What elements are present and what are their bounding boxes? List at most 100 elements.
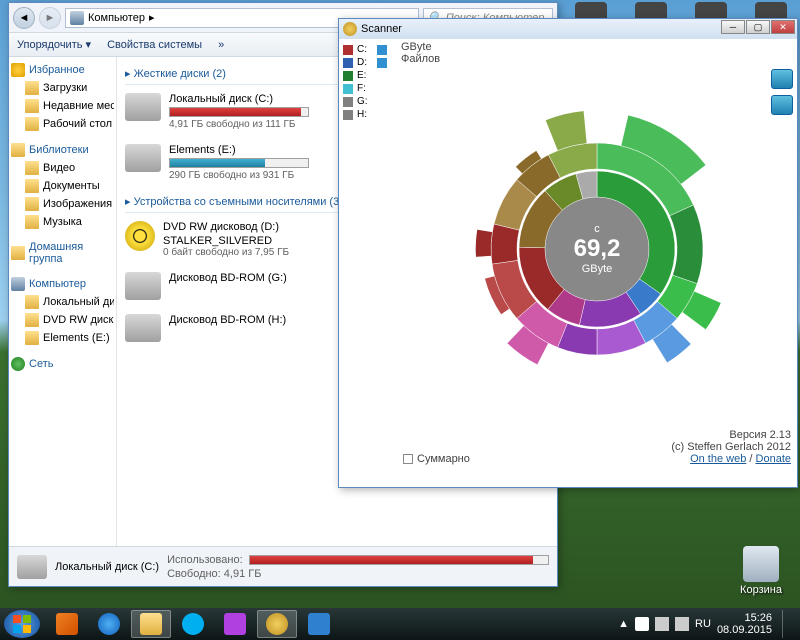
drive-color-icon [343, 45, 353, 55]
address-text: Компьютер [88, 12, 145, 24]
taskbar-explorer[interactable] [131, 610, 171, 638]
toolbar-more[interactable]: » [218, 39, 224, 51]
summary-checkbox[interactable] [403, 454, 413, 464]
sidebar-item[interactable]: Загрузки [11, 79, 114, 97]
sidebar-item[interactable]: Недавние места [11, 97, 114, 115]
scanner-title: Scanner [361, 23, 402, 35]
address-arrow: ▸ [149, 11, 155, 24]
drive-usage-bar [169, 158, 309, 168]
status-free-value: 4,91 ГБ [224, 568, 262, 580]
scanner-app-icon [343, 22, 357, 36]
folder-icon [25, 215, 39, 229]
scanner-drive-item[interactable]: H: [343, 108, 393, 121]
scanner-close-button[interactable]: ✕ [771, 20, 795, 34]
status-usage-bar [249, 555, 549, 565]
explorer-statusbar: Локальный диск (C:) Использовано: Свобод… [9, 546, 557, 586]
taskbar-scanner[interactable] [257, 610, 297, 638]
folder-icon [25, 197, 39, 211]
sidebar-item[interactable]: Музыка [11, 213, 114, 231]
status-used-label: Использовано: [167, 554, 243, 566]
sidebar-item[interactable]: Изображения [11, 195, 114, 213]
folder-icon [25, 81, 39, 95]
recycle-bin-icon [743, 546, 779, 582]
scanner-minimize-button[interactable]: ─ [721, 20, 745, 34]
drive-icon [125, 144, 161, 172]
folder-icon [25, 179, 39, 193]
start-button[interactable] [4, 610, 40, 638]
summary-label: Суммарно [417, 453, 470, 465]
explorer-sidebar: ИзбранноеЗагрузкиНедавние местаРабочий с… [9, 57, 117, 547]
folder-icon [25, 331, 39, 345]
status-free-label: Свободно: [167, 568, 221, 580]
sidebar-section-header[interactable]: Библиотеки [11, 141, 114, 159]
taskbar: ▲ RU 15:26 08.09.2015 [0, 608, 800, 640]
sidebar-item[interactable]: Рабочий стол [11, 115, 114, 133]
scanner-info: GByte Файлов [401, 41, 440, 65]
drive-color-icon [343, 71, 353, 81]
drive-color-icon [343, 58, 353, 68]
tray-volume-icon[interactable] [675, 617, 689, 631]
scanner-copyright: (c) Steffen Gerlach 2012 [671, 441, 791, 453]
scanner-chart-area: GByte Файлов c 69,2 GByte Суммарно Верси… [397, 39, 797, 469]
drive-color-icon [343, 97, 353, 107]
tray-language[interactable]: RU [695, 618, 711, 630]
sidebar-section-header[interactable]: Избранное [11, 61, 114, 79]
tray-expand-icon[interactable]: ▲ [618, 618, 629, 630]
nav-back-button[interactable]: ◄ [13, 7, 35, 29]
sidebar-item[interactable]: Видео [11, 159, 114, 177]
sidebar-item[interactable]: DVD RW дисковод (D:) [11, 311, 114, 329]
organize-menu[interactable]: Упорядочить ▾ [17, 38, 91, 51]
scanner-window: Scanner ─ ▢ ✕ C:D:E:F:G:H: GByte Файлов … [338, 18, 798, 488]
scanner-donate-link[interactable]: Donate [756, 453, 791, 465]
scanner-drive-item[interactable]: E: [343, 69, 393, 82]
scanner-drive-item[interactable]: D: [343, 56, 393, 69]
sidebar-item[interactable]: Elements (E:) [11, 329, 114, 347]
drive-icon [125, 272, 161, 300]
nav-fwd-button[interactable]: ► [39, 7, 61, 29]
section-icon [11, 357, 25, 371]
scanner-tool-button-1[interactable] [771, 69, 793, 89]
scanner-drive-item[interactable]: G: [343, 95, 393, 108]
scanner-drive-item[interactable]: C: [343, 43, 393, 56]
system-tray: ▲ RU 15:26 08.09.2015 [618, 610, 796, 638]
tray-icon[interactable] [635, 617, 649, 631]
scanner-drive-list: C:D:E:F:G:H: [339, 39, 397, 469]
scanner-tool-button-2[interactable] [771, 95, 793, 115]
folder-icon [25, 117, 39, 131]
scanner-maximize-button[interactable]: ▢ [746, 20, 770, 34]
drive-icon [125, 93, 161, 121]
sysprops-button[interactable]: Свойства системы [107, 39, 202, 51]
section-icon [11, 143, 25, 157]
folder-icon [25, 295, 39, 309]
taskbar-clock[interactable]: 15:26 08.09.2015 [717, 612, 772, 636]
chart-center-label: c 69,2 GByte [574, 223, 621, 275]
show-desktop-button[interactable] [782, 610, 790, 638]
section-icon [11, 246, 25, 260]
tray-network-icon[interactable] [655, 617, 669, 631]
recycle-bin-label: Корзина [738, 584, 784, 596]
taskbar-skype[interactable] [173, 610, 213, 638]
scanner-web-link[interactable]: On the web [690, 453, 746, 465]
drive-color-icon [343, 84, 353, 94]
sunburst-chart[interactable]: c 69,2 GByte [427, 79, 767, 419]
scanner-drive-item[interactable]: F: [343, 82, 393, 95]
sidebar-item[interactable]: Локальный диск (C:) [11, 293, 114, 311]
taskbar-ie[interactable] [89, 610, 129, 638]
taskbar-mediaplayer[interactable] [47, 610, 87, 638]
folder-icon [25, 99, 39, 113]
section-icon [11, 63, 25, 77]
taskbar-app2[interactable] [299, 610, 339, 638]
recycle-bin[interactable]: Корзина [738, 546, 784, 596]
folder-icon [25, 313, 39, 327]
sidebar-item[interactable]: Документы [11, 177, 114, 195]
sidebar-section-header[interactable]: Сеть [11, 355, 114, 373]
drive-color-icon [343, 110, 353, 120]
sidebar-section-header[interactable]: Компьютер [11, 275, 114, 293]
scanner-titlebar[interactable]: Scanner ─ ▢ ✕ [339, 19, 797, 39]
taskbar-app1[interactable] [215, 610, 255, 638]
drive-icon [17, 555, 47, 579]
sidebar-section-header[interactable]: Домашняя группа [11, 239, 114, 267]
drive-icon [125, 314, 161, 342]
computer-icon [70, 11, 84, 25]
status-drive-name: Локальный диск (C:) [55, 561, 159, 573]
